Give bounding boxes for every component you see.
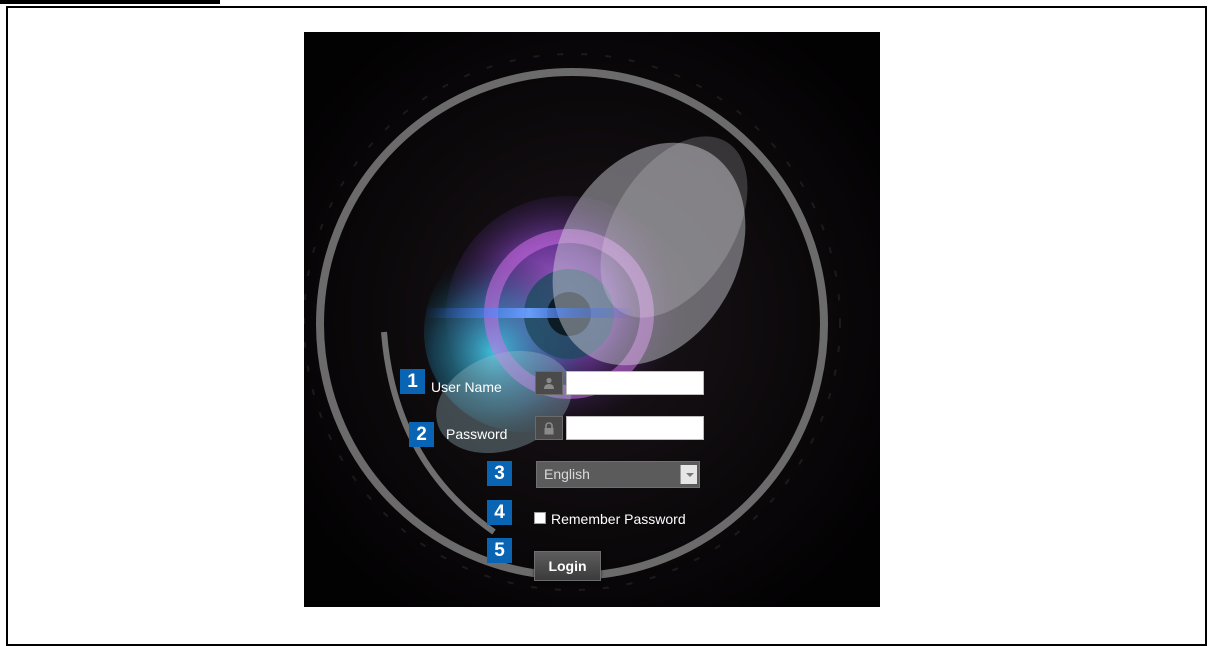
- username-input[interactable]: [566, 371, 704, 395]
- lock-icon-glyph: [544, 421, 554, 434]
- top-edge-mark: [0, 0, 220, 4]
- language-selected-value: English: [544, 466, 590, 482]
- password-input[interactable]: [566, 416, 704, 440]
- callout-3: 3: [487, 461, 512, 486]
- callout-2: 2: [409, 422, 434, 447]
- callout-1: 1: [400, 369, 425, 394]
- language-select[interactable]: English: [536, 461, 700, 488]
- username-label: User Name: [431, 379, 502, 395]
- login-button[interactable]: Login: [534, 551, 601, 581]
- callout-5: 5: [487, 538, 512, 563]
- remember-password-checkbox[interactable]: [534, 512, 546, 524]
- lock-icon: [535, 416, 563, 440]
- login-panel: 1 User Name 2 Password 3 English 4 Remem…: [304, 32, 880, 607]
- chevron-down-icon[interactable]: [680, 465, 697, 484]
- user-icon: [535, 371, 563, 395]
- remember-password-label[interactable]: Remember Password: [551, 510, 686, 528]
- password-label: Password: [446, 426, 508, 442]
- user-icon-glyph: [544, 377, 554, 389]
- callout-4: 4: [487, 500, 512, 525]
